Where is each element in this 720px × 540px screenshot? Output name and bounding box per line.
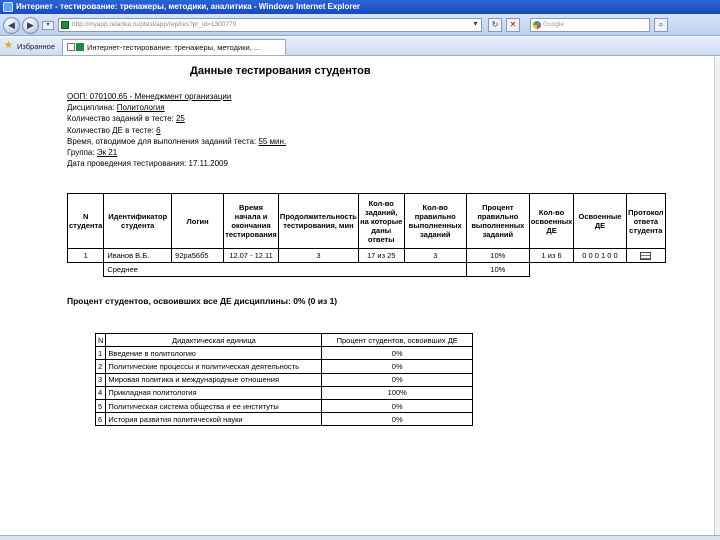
cell-empty bbox=[68, 263, 104, 277]
col-header: Продолжительность тестирования, мин bbox=[277, 193, 359, 249]
col-header: Кол-во правильно выполненных заданий bbox=[403, 193, 467, 249]
table-row: 1 Иванов В.Б. 92ра56б5 12.07 - 12.11 3 1… bbox=[66, 248, 667, 263]
star-icon: ★ bbox=[4, 40, 13, 51]
info-tasks: Количество заданий в тесте: 25 bbox=[67, 114, 185, 124]
cell-empty bbox=[529, 263, 665, 277]
de-name: История развития политической науки bbox=[105, 412, 323, 427]
de-n: 4 bbox=[94, 385, 107, 400]
de-name: Мировая политика и международные отношен… bbox=[105, 372, 323, 387]
info-de-count: Количество ДЕ в тесте: 6 bbox=[67, 125, 161, 135]
ie-icon bbox=[3, 2, 13, 12]
col-header: Процент правильно выполненных заданий bbox=[465, 193, 530, 249]
cell-student-id: Иванов В.Б. bbox=[103, 248, 173, 263]
search-icon[interactable]: ⌕ bbox=[654, 18, 668, 32]
favorites-label: Избранное bbox=[17, 42, 56, 51]
de-name: Политическая система общества и ее инсти… bbox=[105, 398, 323, 414]
info-discipline: Дисциплина: Политология bbox=[67, 103, 165, 113]
col-header: Освоенные ДЕ bbox=[573, 193, 627, 249]
results-header-row: N студента Идентификатор студента Логин … bbox=[66, 193, 667, 249]
info-group: Группа: Эк 21 bbox=[67, 148, 118, 158]
address-input[interactable]: http://myapp.relanka.ru/ptest/app/rep/re… bbox=[58, 18, 482, 32]
cell-percent: 10% bbox=[465, 248, 530, 263]
search-placeholder: Google bbox=[543, 21, 564, 28]
address-text: http://myapp.relanka.ru/ptest/app/rep/re… bbox=[72, 21, 237, 28]
cell-correct: 3 bbox=[403, 248, 467, 263]
google-icon bbox=[533, 21, 541, 29]
de-percent: 0% bbox=[321, 398, 473, 414]
de-name: Введение в политологию bbox=[105, 346, 323, 361]
cell-login: 92ра56б5 bbox=[171, 248, 225, 263]
search-input[interactable]: Google bbox=[530, 18, 650, 32]
refresh-icon[interactable]: ↻ bbox=[488, 18, 502, 32]
history-dropdown-icon[interactable]: ▾ bbox=[42, 21, 54, 30]
de-percent: 0% bbox=[321, 359, 473, 374]
de-percent: 0% bbox=[321, 346, 473, 361]
address-dropdown-icon[interactable]: ▾ bbox=[470, 18, 481, 32]
cell-de-count: 1 из 6 bbox=[528, 248, 575, 263]
col-header: Протокол ответа студента bbox=[625, 193, 667, 249]
table-row: 1 Введение в политологию 0% bbox=[94, 346, 473, 361]
quick-tabs-icon[interactable] bbox=[67, 43, 75, 51]
table-row: 5 Политическая система общества и ее инс… bbox=[94, 398, 473, 414]
average-percent: 10% bbox=[465, 262, 530, 277]
table-row: 6 История развития политической науки 0% bbox=[94, 412, 473, 427]
col-header: N bbox=[94, 332, 107, 348]
tab-title: Интернет-тестирование: тренажеры, методи… bbox=[87, 43, 261, 52]
status-bar bbox=[0, 535, 720, 540]
de-percent: 100% bbox=[321, 385, 473, 400]
col-header: Кол-во заданий, на которые даны ответы bbox=[357, 193, 405, 249]
de-n: 5 bbox=[94, 398, 107, 414]
col-header: Время начала и окончания тестирования bbox=[223, 193, 279, 249]
table-row: 4 Прикладная политология 100% bbox=[94, 385, 473, 400]
cell-duration: 3 bbox=[277, 248, 359, 263]
favorites-button[interactable]: ★ Избранное bbox=[4, 40, 55, 53]
info-ooo: ООП: 070100.65 - Менеджмент организации bbox=[67, 92, 232, 101]
de-name: Прикладная политология bbox=[105, 385, 323, 400]
stop-icon[interactable]: ✕ bbox=[506, 18, 520, 32]
summary-text: Процент студентов, освоивших все ДЕ дисц… bbox=[67, 296, 338, 306]
de-percent: 0% bbox=[321, 412, 473, 427]
test-info: ООП: 070100.65 - Менеджмент организации … bbox=[67, 91, 286, 169]
vertical-scrollbar[interactable] bbox=[714, 57, 720, 535]
page-icon bbox=[61, 21, 69, 29]
de-n: 3 bbox=[94, 372, 107, 387]
col-header: Процент студентов, освоивших ДЕ bbox=[321, 332, 473, 348]
tab-bar: ★ Избранное Интернет-тестирование: трена… bbox=[0, 37, 720, 56]
col-header: Кол-во освоенных ДЕ bbox=[528, 193, 575, 249]
info-time: Время, отводимое для выполнения заданий … bbox=[67, 136, 287, 146]
de-table: N Дидактическая единица Процент студенто… bbox=[94, 332, 473, 427]
window-titlebar: Интернет - тестирование: тренажеры, мето… bbox=[0, 0, 720, 14]
col-header: N студента bbox=[66, 193, 105, 249]
cell-protocol[interactable] bbox=[625, 248, 667, 263]
cell-n: 1 bbox=[66, 248, 105, 263]
average-label: Среднее bbox=[103, 262, 467, 277]
cell-time: 12.07 - 12.11 bbox=[223, 248, 279, 263]
col-header: Идентификатор студента bbox=[103, 193, 173, 249]
table-row: 3 Мировая политика и международные отнош… bbox=[94, 372, 473, 387]
de-header-row: N Дидактическая единица Процент студенто… bbox=[94, 332, 473, 348]
back-button[interactable]: ◀ bbox=[3, 17, 20, 34]
forward-button[interactable]: ▶ bbox=[22, 17, 39, 34]
col-header: Дидактическая единица bbox=[105, 332, 323, 348]
page-title: Данные тестирования студентов bbox=[190, 65, 371, 77]
average-row: Среднее 10% bbox=[68, 262, 666, 277]
de-n: 6 bbox=[94, 412, 107, 427]
tab-page-icon bbox=[76, 43, 84, 51]
address-toolbar: ◀ ▶ ▾ http://myapp.relanka.ru/ptest/app/… bbox=[0, 14, 720, 36]
cell-de-list: 0 0 0 1 0 0 bbox=[573, 248, 627, 263]
cell-answered: 17 из 25 bbox=[357, 248, 405, 263]
tab-active[interactable]: Интернет-тестирование: тренажеры, методи… bbox=[62, 39, 286, 55]
de-percent: 0% bbox=[321, 372, 473, 387]
de-n: 1 bbox=[94, 346, 107, 361]
results-table: N студента Идентификатор студента Логин … bbox=[66, 193, 667, 277]
info-date: Дата проведения тестирования: 17.11.2009 bbox=[67, 159, 228, 169]
de-n: 2 bbox=[94, 359, 107, 374]
table-row: 2 Политические процессы и политическая д… bbox=[94, 359, 473, 374]
document-icon[interactable] bbox=[640, 252, 652, 260]
de-name: Политические процессы и политическая дея… bbox=[105, 359, 323, 374]
col-header: Логин bbox=[171, 193, 225, 249]
window-title: Интернет - тестирование: тренажеры, мето… bbox=[16, 2, 361, 11]
page-content: Данные тестирования студентов ООП: 07010… bbox=[0, 57, 714, 535]
